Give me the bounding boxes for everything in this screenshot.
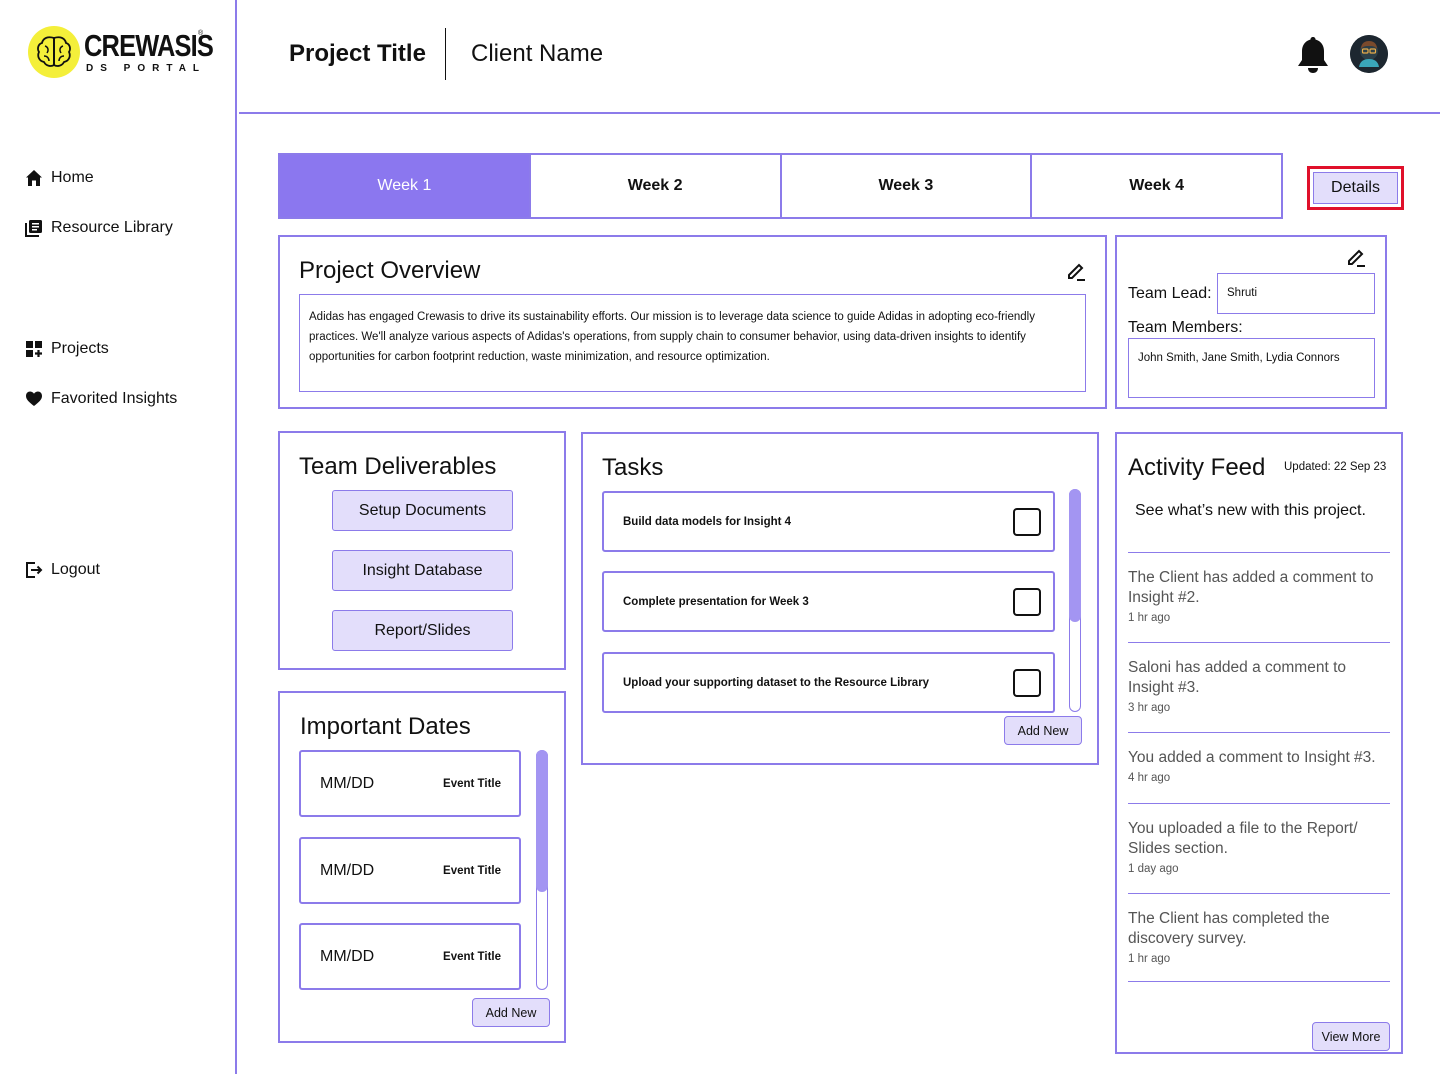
important-dates-card: Important Dates MM/DD Event Title MM/DD … — [278, 691, 566, 1043]
logo[interactable]: CREWASIS DS PORTAL ® — [28, 26, 241, 78]
team-deliverables-title: Team Deliverables — [299, 453, 497, 480]
heart-icon — [26, 391, 42, 406]
tasks-title: Tasks — [602, 454, 664, 481]
task-item[interactable]: Build data models for Insight 4 — [602, 491, 1055, 552]
event-title: Event Title — [443, 864, 501, 877]
feed-item-text: The Client has completed the discovery s… — [1128, 910, 1330, 947]
tasks-scrollbar[interactable] — [1069, 489, 1081, 712]
view-more-button[interactable]: View More — [1312, 1022, 1390, 1051]
tasks-card: Tasks Build data models for Insight 4 Co… — [581, 432, 1099, 765]
sidebar-item-label: Home — [51, 169, 94, 186]
sidebar-item-favorited-insights[interactable]: Favorited Insights — [25, 390, 177, 408]
report-slides-button[interactable]: Report/Slides — [332, 610, 513, 651]
date-item[interactable]: MM/DD Event Title — [299, 837, 521, 904]
sidebar-item-label: Logout — [51, 561, 100, 578]
task-item[interactable]: Upload your supporting dataset to the Re… — [602, 652, 1055, 713]
logout-icon — [26, 562, 43, 578]
header-divider — [445, 28, 446, 80]
feed-item-time: 4 hr ago — [1128, 772, 1171, 784]
edit-icon[interactable] — [1066, 261, 1086, 281]
logo-subtitle: DS PORTAL — [86, 62, 207, 74]
date-value: MM/DD — [320, 861, 375, 879]
task-text: Complete presentation for Week 3 — [623, 595, 809, 608]
home-icon — [26, 170, 42, 186]
task-checkbox[interactable] — [1013, 668, 1041, 697]
event-title: Event Title — [443, 777, 501, 790]
feed-updated-date: Updated: 22 Sep 23 — [1284, 461, 1387, 473]
task-checkbox[interactable] — [1013, 587, 1041, 616]
feed-item[interactable]: The Client has added a comment to Insigh… — [1128, 552, 1390, 624]
feed-item[interactable]: Saloni has added a comment to Insight #3… — [1128, 642, 1390, 714]
task-checkbox[interactable] — [1013, 507, 1041, 536]
library-icon — [25, 220, 42, 237]
dates-scrollbar[interactable] — [536, 750, 548, 990]
edit-icon[interactable] — [1346, 247, 1366, 267]
task-item[interactable]: Complete presentation for Week 3 — [602, 571, 1055, 632]
activity-feed-title: Activity Feed — [1128, 454, 1266, 481]
sidebar-item-label: Favorited Insights — [51, 390, 178, 407]
feed-item[interactable]: You added a comment to Insight #3. 4 hr … — [1128, 732, 1390, 784]
date-item[interactable]: MM/DD Event Title — [299, 750, 521, 817]
feed-item-text: The Client has added a comment to Insigh… — [1128, 569, 1374, 606]
add-date-button[interactable]: Add New — [472, 998, 550, 1027]
feed-item-time: 3 hr ago — [1128, 702, 1171, 714]
task-text: Upload your supporting dataset to the Re… — [623, 676, 930, 689]
activity-feed-card: Activity Feed Updated: 22 Sep 23 See wha… — [1115, 432, 1403, 1054]
team-deliverables-card: Team Deliverables Setup Documents Insigh… — [278, 431, 566, 670]
sidebar-item-label: Projects — [51, 340, 109, 357]
sidebar-item-home[interactable]: Home — [25, 169, 94, 187]
details-highlight: Details — [1307, 166, 1404, 210]
tab-week-4[interactable]: Week 4 — [1032, 155, 1281, 217]
team-lead-field[interactable]: Shruti — [1217, 273, 1375, 314]
project-overview-title: Project Overview — [299, 257, 481, 284]
logo-name: CREWASIS — [84, 27, 214, 63]
task-text: Build data models for Insight 4 — [623, 515, 792, 528]
project-overview-text[interactable]: Adidas has engaged Crewasis to drive its… — [299, 294, 1086, 392]
tasks-scrollbar-thumb[interactable] — [1069, 489, 1081, 622]
brain-icon — [28, 26, 80, 78]
details-button[interactable]: Details — [1313, 172, 1398, 204]
date-item[interactable]: MM/DD Event Title — [299, 923, 521, 990]
project-overview-card: Project Overview Adidas has engaged Crew… — [278, 235, 1107, 409]
feed-item-text: You uploaded a file to the Report/ Slide… — [1128, 820, 1358, 857]
sidebar-item-projects[interactable]: Projects — [25, 340, 109, 358]
grid-icon — [26, 341, 42, 357]
header: Project Title Client Name — [239, 0, 1440, 114]
registered-mark: ® — [198, 30, 204, 37]
team-card: Team Lead: Shruti Team Members: John Smi… — [1115, 235, 1387, 409]
add-task-button[interactable]: Add New — [1004, 716, 1082, 745]
feed-item-time: 1 hr ago — [1128, 612, 1171, 624]
date-value: MM/DD — [320, 774, 375, 792]
tab-week-1[interactable]: Week 1 — [280, 155, 531, 217]
feed-subtitle: See what’s new with this project. — [1135, 502, 1366, 519]
dates-scrollbar-thumb[interactable] — [536, 750, 548, 892]
project-title: Project Title — [289, 40, 426, 67]
important-dates-title: Important Dates — [300, 713, 471, 740]
date-value: MM/DD — [320, 947, 375, 965]
bell-icon[interactable] — [1294, 35, 1332, 75]
client-name: Client Name — [471, 40, 604, 67]
week-tabs: Week 1 Week 2 Week 3 Week 4 — [278, 153, 1283, 219]
team-lead-label: Team Lead: — [1128, 285, 1212, 302]
tab-week-2[interactable]: Week 2 — [531, 155, 782, 217]
sidebar: CREWASIS DS PORTAL ® Home Resource Libra… — [0, 0, 237, 1074]
feed-item-time: 1 hr ago — [1128, 953, 1171, 965]
sidebar-item-resource-library[interactable]: Resource Library — [25, 219, 173, 237]
team-members-label: Team Members: — [1128, 319, 1243, 336]
sidebar-item-logout[interactable]: Logout — [25, 561, 100, 579]
feed-item[interactable]: You uploaded a file to the Report/ Slide… — [1128, 803, 1390, 875]
feed-divider — [1128, 981, 1390, 982]
feed-item-text: You added a comment to Insight #3. — [1128, 749, 1376, 766]
avatar-icon[interactable] — [1350, 35, 1388, 73]
tab-week-3[interactable]: Week 3 — [782, 155, 1033, 217]
sidebar-item-label: Resource Library — [51, 219, 173, 236]
team-members-field[interactable]: John Smith, Jane Smith, Lydia Connors — [1128, 338, 1375, 398]
setup-documents-button[interactable]: Setup Documents — [332, 490, 513, 531]
feed-item[interactable]: The Client has completed the discovery s… — [1128, 893, 1390, 965]
feed-item-text: Saloni has added a comment to Insight #3… — [1128, 659, 1346, 696]
event-title: Event Title — [443, 950, 501, 963]
feed-item-time: 1 day ago — [1128, 863, 1179, 875]
insight-database-button[interactable]: Insight Database — [332, 550, 513, 591]
